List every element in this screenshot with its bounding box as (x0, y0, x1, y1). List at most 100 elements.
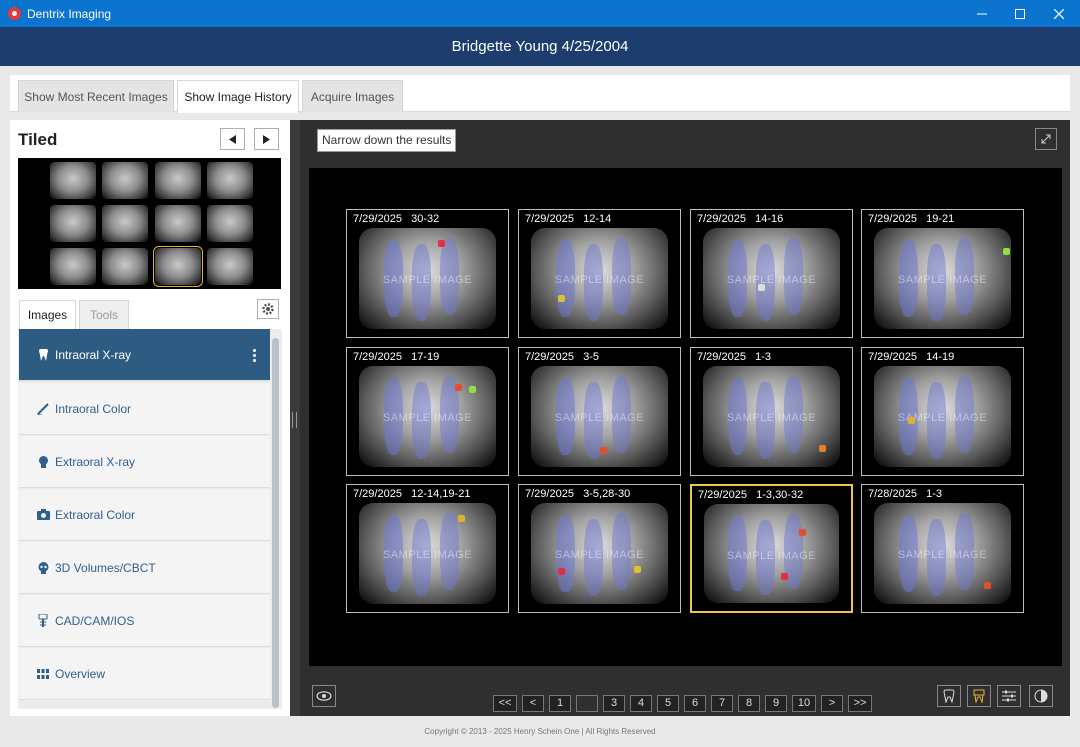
contrast-icon (1034, 689, 1048, 703)
tab-most-recent[interactable]: Show Most Recent Images (18, 80, 174, 112)
category-3d-volumes[interactable]: 3D Volumes/CBCT (19, 542, 270, 594)
main-tabs: Show Most Recent Images Show Image Histo… (10, 75, 1070, 113)
layout-thumbnail[interactable] (207, 162, 253, 199)
image-card[interactable]: 7/28/2025 1-3 SAMPLE IMAGE (861, 484, 1024, 613)
watermark: SAMPLE IMAGE (726, 549, 817, 562)
category-label: Intraoral X-ray (55, 347, 132, 362)
watermark: SAMPLE IMAGE (382, 412, 473, 425)
panel-splitter[interactable] (290, 120, 300, 716)
adjustments-button[interactable] (997, 685, 1021, 707)
tab-acquire-images[interactable]: Acquire Images (302, 80, 403, 112)
image-label: 7/29/2025 30-32 (353, 213, 439, 225)
page-button-2[interactable]: 2 (576, 695, 598, 712)
image-teeth: 19-21 (926, 213, 955, 225)
layout-thumbnail[interactable] (153, 246, 203, 287)
image-grid: 7/29/2025 30-32 SAMPLE IMAGE 7/29/2025 12-… (309, 168, 1062, 712)
minimize-button[interactable] (963, 0, 1001, 27)
grid-icon (36, 667, 50, 681)
category-intraoral-color[interactable]: Intraoral Color (19, 383, 270, 435)
page-button-8[interactable]: 8 (738, 695, 760, 712)
image-card[interactable]: 7/29/2025 30-32 SAMPLE IMAGE (346, 209, 509, 338)
category-scrollbar[interactable] (272, 338, 279, 708)
category-cad-cam[interactable]: CAD/CAM/IOS (19, 595, 270, 647)
xray-image: SAMPLE IMAGE (359, 366, 496, 467)
xray-image: SAMPLE IMAGE (874, 366, 1011, 467)
tooth-chart-button[interactable] (937, 685, 961, 707)
annotation-marker (438, 240, 446, 248)
image-card[interactable]: 7/29/2025 14-19 SAMPLE IMAGE (861, 347, 1024, 476)
layout-thumbnail[interactable] (102, 162, 148, 199)
splitter-grip-icon (292, 412, 297, 428)
image-date: 7/28/2025 (868, 488, 917, 500)
layout-thumbnail[interactable] (50, 248, 96, 285)
layout-thumbnail[interactable] (102, 205, 148, 242)
maximize-button[interactable] (1001, 0, 1039, 27)
page-button-7[interactable]: 7 (711, 695, 733, 712)
title-bar: Dentrix Imaging (0, 0, 1080, 27)
layout-thumbnail[interactable] (207, 205, 253, 242)
image-label: 7/29/2025 19-21 (868, 213, 954, 225)
image-teeth: 3-5 (583, 351, 600, 363)
subtab-images[interactable]: Images (19, 300, 76, 329)
page-button-4[interactable]: 4 (630, 695, 652, 712)
annotation-marker (819, 444, 827, 452)
image-card[interactable]: 7/29/2025 3-5 SAMPLE IMAGE (518, 347, 681, 476)
image-card[interactable]: 7/29/2025 12-14,19-21 SAMPLE IMAGE (346, 484, 509, 613)
page-button-1[interactable]: 1 (549, 695, 571, 712)
category-label: 3D Volumes/CBCT (55, 560, 156, 575)
next-page-button[interactable]: > (821, 695, 843, 712)
head-icon (36, 455, 50, 469)
xray-image: SAMPLE IMAGE (704, 504, 839, 603)
image-teeth: 17-19 (411, 351, 440, 363)
filter-button[interactable]: Narrow down the results (317, 129, 457, 152)
layout-thumbnail[interactable] (50, 205, 96, 242)
fullscreen-button[interactable] (1035, 128, 1057, 150)
contrast-button[interactable] (1029, 685, 1053, 707)
subtab-tools[interactable]: Tools (79, 300, 129, 329)
layout-thumbnail[interactable] (155, 205, 201, 242)
image-card[interactable]: 7/29/2025 3-5,28-30 SAMPLE IMAGE (518, 484, 681, 613)
layout-thumbnail[interactable] (207, 248, 253, 285)
close-button[interactable] (1040, 0, 1078, 27)
prev-layout-button[interactable] (220, 128, 245, 150)
layout-thumbnails[interactable] (18, 158, 281, 289)
next-layout-button[interactable] (254, 128, 279, 150)
left-panel: Tiled Images Tools Intraoral X-ray Intra… (10, 120, 290, 716)
image-card[interactable]: 7/29/2025 14-16 SAMPLE IMAGE (690, 209, 853, 338)
last-page-button[interactable]: >> (848, 695, 872, 712)
image-card[interactable]: 7/29/2025 12-14 SAMPLE IMAGE (518, 209, 681, 338)
page-button-5[interactable]: 5 (657, 695, 679, 712)
layout-thumbnail[interactable] (50, 162, 96, 199)
first-page-button[interactable]: << (493, 695, 517, 712)
crown-button[interactable] (967, 685, 991, 707)
category-overview[interactable]: Overview (19, 648, 270, 700)
image-label: 7/29/2025 14-16 (697, 213, 783, 225)
layout-thumbnail[interactable] (155, 162, 201, 199)
category-extraoral-xray[interactable]: Extraoral X-ray (19, 436, 270, 488)
image-card[interactable]: 7/29/2025 1-3 SAMPLE IMAGE (690, 347, 853, 476)
tab-image-history[interactable]: Show Image History (177, 80, 299, 113)
image-date: 7/29/2025 (525, 488, 574, 500)
watermark: SAMPLE IMAGE (382, 549, 473, 562)
category-extraoral-color[interactable]: Extraoral Color (19, 489, 270, 541)
layout-thumbnail[interactable] (102, 248, 148, 285)
page-button-3[interactable]: 3 (603, 695, 625, 712)
image-date: 7/29/2025 (868, 213, 917, 225)
page-button-9[interactable]: 9 (765, 695, 787, 712)
category-intraoral-xray[interactable]: Intraoral X-ray (19, 329, 270, 381)
xray-image: SAMPLE IMAGE (359, 503, 496, 604)
tooth-icon (943, 689, 955, 703)
settings-button[interactable] (257, 299, 279, 319)
prev-page-button[interactable]: < (522, 695, 544, 712)
image-card[interactable]: 7/29/2025 17-19 SAMPLE IMAGE (346, 347, 509, 476)
annotation-marker (983, 581, 991, 589)
image-card[interactable]: 7/29/2025 19-21 SAMPLE IMAGE (861, 209, 1024, 338)
visibility-button[interactable] (312, 685, 336, 707)
annotation-marker (558, 294, 566, 302)
more-options-icon[interactable] (253, 349, 256, 364)
page-button-6[interactable]: 6 (684, 695, 706, 712)
page-button-10[interactable]: 10 (792, 695, 816, 712)
image-viewer-panel: Narrow down the results 7/29/2025 30-32 S… (300, 120, 1070, 716)
image-card[interactable]: 7/29/2025 1-3,30-32 SAMPLE IMAGE (690, 484, 853, 613)
annotation-marker (908, 416, 916, 424)
